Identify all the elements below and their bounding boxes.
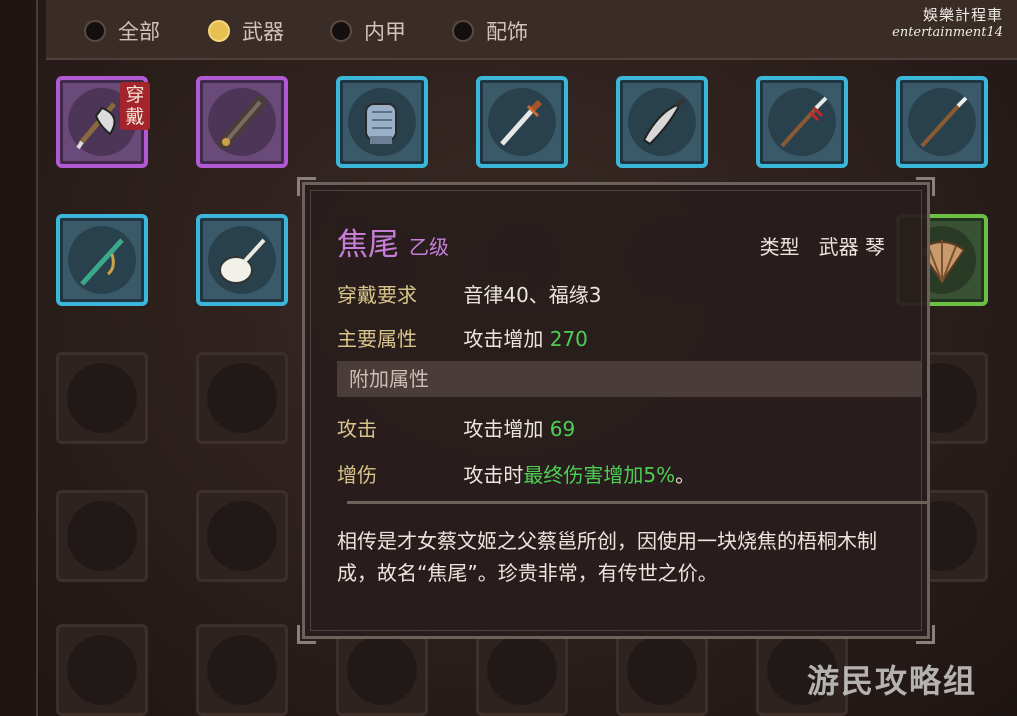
filter-armor[interactable]: 内甲 [330,16,406,46]
filter-bar: 全部 武器 内甲 配饰 娛樂計程車 entertainment14 [46,0,1017,60]
empty-slot[interactable] [196,624,288,716]
item-slot[interactable] [476,76,568,168]
empty-slot[interactable] [56,624,148,716]
type-label: 类型 [759,235,800,259]
filter-weapon[interactable]: 武器 [208,16,284,46]
radio-icon[interactable] [330,20,352,42]
empty-slot[interactable] [196,352,288,444]
attack-value: 69 [549,417,576,441]
bundle-icon [218,96,266,150]
empty-slot[interactable] [56,352,148,444]
staff-icon [920,96,968,148]
extra-stats-header: 附加属性 [337,361,921,397]
watermark: 娛樂計程車 entertainment14 [892,6,1003,42]
gauntlet-icon [365,103,397,144]
empty-slot[interactable] [56,490,148,582]
item-slot[interactable] [196,76,288,168]
item-description: 相传是才女蔡文姬之父蔡邕所创，因使用一块烧焦的梧桐木制成，故名“焦尾”。珍贵非常… [337,529,877,585]
item-slot[interactable] [336,76,428,168]
damage-label: 增伤 [337,463,377,487]
empty-slot[interactable] [196,490,288,582]
radio-icon[interactable] [84,20,106,42]
item-type: 类型 武器 琴 [760,231,885,260]
pipa-icon [219,238,266,284]
divider [347,501,927,504]
equipped-badge: 穿戴 [120,82,150,130]
filter-accessory[interactable]: 配饰 [452,16,528,46]
saber-icon [642,98,686,146]
attack-row: 攻击 攻击增加 69 [337,413,575,442]
damage-prefix: 攻击时 [463,463,524,487]
sword-icon [500,99,543,146]
requirement-row: 穿戴要求 音律40、福缘3 [337,279,602,308]
filter-label: 武器 [242,20,284,44]
radio-selected-icon[interactable] [208,20,230,42]
radio-icon[interactable] [452,20,474,42]
type-value: 武器 琴 [818,235,885,259]
main-stat-row: 主要属性 攻击增加 270 [337,323,588,352]
watermark-line2: entertainment14 [892,25,1003,40]
item-name: 焦尾 [337,227,399,263]
item-slot[interactable] [196,214,288,306]
damage-value: 最终伤害增加5% [523,463,676,487]
damage-row: 增伤 攻击时最终伤害增加5%。 [337,459,695,488]
attack-prefix: 攻击增加 [463,417,550,441]
item-slot[interactable] [616,76,708,168]
requirement-label: 穿戴要求 [337,283,417,307]
main-stat-label: 主要属性 [337,327,417,351]
left-frame [0,0,38,716]
item-tooltip: 焦尾 乙级 类型 武器 琴 穿戴要求 音律40、福缘3 主要属性 攻击增加 27… [297,177,935,644]
watermark-line1: 娛樂計程車 [922,6,1003,24]
filter-label: 内甲 [364,20,406,44]
filter-label: 全部 [118,20,160,44]
item-slot[interactable]: 穿戴 [56,76,150,168]
watermark-bottom: 游民攻略组 [806,662,977,700]
item-slot[interactable] [756,76,848,168]
attack-label: 攻击 [337,417,377,441]
filter-label: 配饰 [486,20,528,44]
damage-suffix: 。 [675,463,696,487]
item-slot[interactable] [896,76,988,168]
item-grade: 乙级 [409,235,449,259]
main-stat-prefix: 攻击增加 [463,327,550,351]
item-slot[interactable] [56,214,148,306]
flute-icon [80,238,124,286]
filter-all[interactable]: 全部 [84,16,160,46]
requirement-value: 音律40、福缘3 [463,283,602,307]
main-stat-value: 270 [549,327,588,351]
spear-icon [780,96,828,148]
